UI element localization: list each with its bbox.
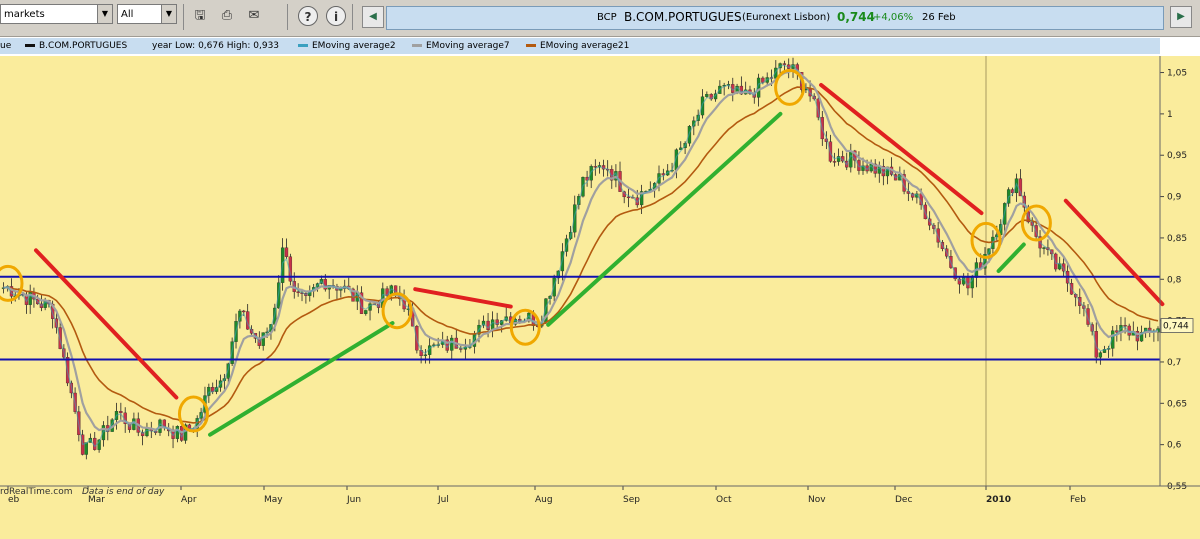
x-tick-label: Dec — [895, 495, 912, 505]
y-axis-panel — [1160, 56, 1200, 488]
candle — [284, 247, 289, 257]
y-tick-label: 0,55 — [1167, 482, 1187, 492]
candle — [296, 291, 300, 293]
candle — [1098, 352, 1103, 358]
candle — [423, 354, 428, 357]
y-tick-label: 1 — [1167, 110, 1173, 120]
y-tick-label: 0,9 — [1167, 193, 1182, 203]
x-tick-label: Aug — [535, 495, 553, 505]
y-tick-label: 0,8 — [1167, 275, 1182, 285]
candle — [593, 166, 597, 168]
candle — [119, 411, 123, 414]
x-tick-label: Sep — [623, 495, 640, 505]
price-chart[interactable]: 1,0510,950,90,850,80,750,70,650,60,550,7… — [0, 0, 1200, 539]
y-tick-label: 0,7 — [1167, 358, 1181, 368]
y-tick-label: 0,6 — [1167, 441, 1182, 451]
x-tick-label: 2010 — [986, 495, 1011, 505]
x-tick-label: Apr — [181, 495, 197, 505]
candle — [782, 63, 787, 65]
x-tick-label: Jul — [437, 495, 449, 505]
footer-source: roRealTime.com — [0, 487, 73, 497]
candle — [364, 310, 368, 314]
y-tick-label: 0,65 — [1167, 399, 1187, 409]
y-tick-label: 0,85 — [1167, 234, 1187, 244]
x-tick-label: Jun — [346, 495, 361, 505]
last-price-label: 0,744 — [1163, 322, 1189, 332]
candle — [1042, 247, 1046, 249]
candle — [242, 310, 246, 313]
y-tick-label: 0,95 — [1167, 151, 1187, 161]
candle — [832, 161, 837, 163]
x-tick-label: May — [264, 495, 283, 505]
x-axis-panel — [0, 486, 1200, 539]
x-tick-label: Feb — [1070, 495, 1086, 505]
candle — [84, 442, 88, 455]
candle — [705, 94, 709, 97]
candle — [187, 424, 192, 429]
candle — [626, 196, 631, 199]
footer-note: Data is end of day — [82, 487, 165, 497]
x-tick-label: Oct — [716, 495, 732, 505]
y-tick-label: 1,05 — [1167, 69, 1187, 79]
x-tick-label: Nov — [808, 495, 826, 505]
candle — [450, 337, 454, 351]
candle — [175, 426, 180, 439]
